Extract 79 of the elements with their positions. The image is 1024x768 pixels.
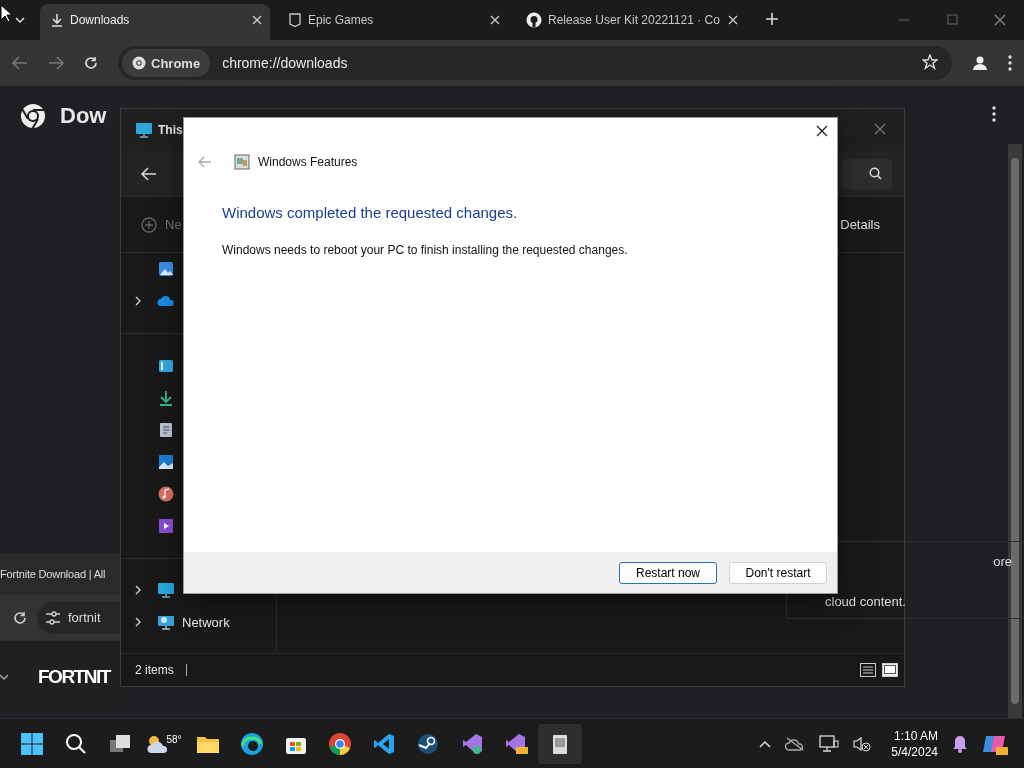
picture-icon <box>158 454 174 470</box>
panel-text: cloud content. <box>825 594 906 609</box>
picture-icon <box>158 261 174 277</box>
address-bar[interactable]: Chrome chrome://downloads <box>118 46 952 80</box>
browser-tab[interactable]: Epic Games <box>278 4 508 36</box>
restart-button[interactable]: Restart now <box>619 561 717 584</box>
cancel-button[interactable]: Don't restart <box>729 561 827 584</box>
star-icon[interactable] <box>922 53 938 70</box>
list-view-icon[interactable] <box>860 663 876 677</box>
dialog-title: Windows Features <box>258 155 358 169</box>
profile-icon[interactable] <box>972 55 988 71</box>
music-icon <box>158 486 174 502</box>
add-circle-icon <box>141 216 157 233</box>
bell-icon[interactable] <box>952 734 968 753</box>
document-icon <box>159 422 173 438</box>
dialog-heading: Windows completed the requested changes. <box>222 204 519 221</box>
cloud-icon <box>157 295 175 307</box>
address-bar[interactable]: fortnit <box>37 601 120 634</box>
shield-icon <box>288 13 302 27</box>
item-count: 2 items <box>135 663 174 677</box>
panel-text: ore <box>993 554 1012 569</box>
logo-text: FORTNIT <box>38 666 110 688</box>
caret-down-icon[interactable] <box>15 17 25 23</box>
clock[interactable]: 1:10 AM 5/4/2024 <box>891 728 938 759</box>
cloud-off-icon[interactable] <box>785 736 806 751</box>
browser-icon <box>132 56 146 70</box>
time-text: 1:10 AM <box>893 728 938 743</box>
app-icon[interactable] <box>551 732 569 755</box>
ide-icon[interactable] <box>461 732 483 755</box>
tile-view-icon[interactable] <box>882 663 898 677</box>
desktop-icon <box>158 359 174 373</box>
new-button[interactable]: Ne <box>165 217 182 232</box>
start-icon[interactable] <box>21 732 43 755</box>
dialog-message: Windows needs to reboot your PC to finish installing the requested changes. <box>222 243 629 257</box>
browser-tab[interactable]: Release User Kit 20221121 · Co <box>516 4 746 36</box>
monitor-icon <box>157 582 175 598</box>
url-text: fortnit <box>68 610 101 625</box>
video-icon <box>158 518 174 534</box>
chevron-up-icon[interactable] <box>759 739 772 748</box>
task-view-icon[interactable] <box>109 733 131 754</box>
close-icon[interactable] <box>816 125 828 137</box>
browser-icon[interactable] <box>328 731 352 756</box>
network-icon <box>157 614 175 630</box>
reload-icon[interactable] <box>84 56 98 70</box>
game-launcher-icon[interactable] <box>417 732 439 755</box>
chevron-right-icon <box>135 617 141 627</box>
search-icon <box>869 167 882 180</box>
search-icon[interactable] <box>65 732 87 755</box>
page-title: Dow <box>60 103 107 129</box>
browser-tab[interactable]: Downloads <box>40 4 270 40</box>
menu-icon[interactable] <box>1008 55 1012 71</box>
forward-icon[interactable] <box>48 56 64 70</box>
settings-icon <box>45 610 61 625</box>
date-text: 5/4/2024 <box>891 744 938 759</box>
code-editor-icon[interactable] <box>373 732 395 755</box>
menu-icon[interactable] <box>992 106 996 122</box>
browser-icon <box>20 103 46 129</box>
site-chip[interactable]: Chrome <box>122 49 211 77</box>
cursor-icon <box>0 4 12 22</box>
chevron-right-icon <box>135 296 141 306</box>
chevron-right-icon <box>135 585 141 595</box>
cat-icon <box>526 12 542 28</box>
window-icon <box>234 154 250 170</box>
url-text: chrome://downloads <box>222 55 349 71</box>
details-button[interactable]: Details <box>840 217 880 232</box>
search-field[interactable] <box>842 158 892 189</box>
browser-icon[interactable] <box>240 731 264 756</box>
ide-icon[interactable] <box>504 732 528 755</box>
monitor-icon <box>135 122 153 138</box>
temperature-text: 58° <box>166 733 182 745</box>
window-title: This <box>158 123 183 137</box>
chevron-down-icon <box>0 674 8 680</box>
plus-icon[interactable] <box>766 13 778 25</box>
download-icon <box>50 13 64 27</box>
nav-item[interactable]: Network <box>121 606 271 638</box>
mute-icon[interactable] <box>853 735 872 752</box>
reload-icon[interactable] <box>13 610 27 625</box>
download-icon <box>158 390 174 406</box>
network-icon[interactable] <box>819 734 840 753</box>
